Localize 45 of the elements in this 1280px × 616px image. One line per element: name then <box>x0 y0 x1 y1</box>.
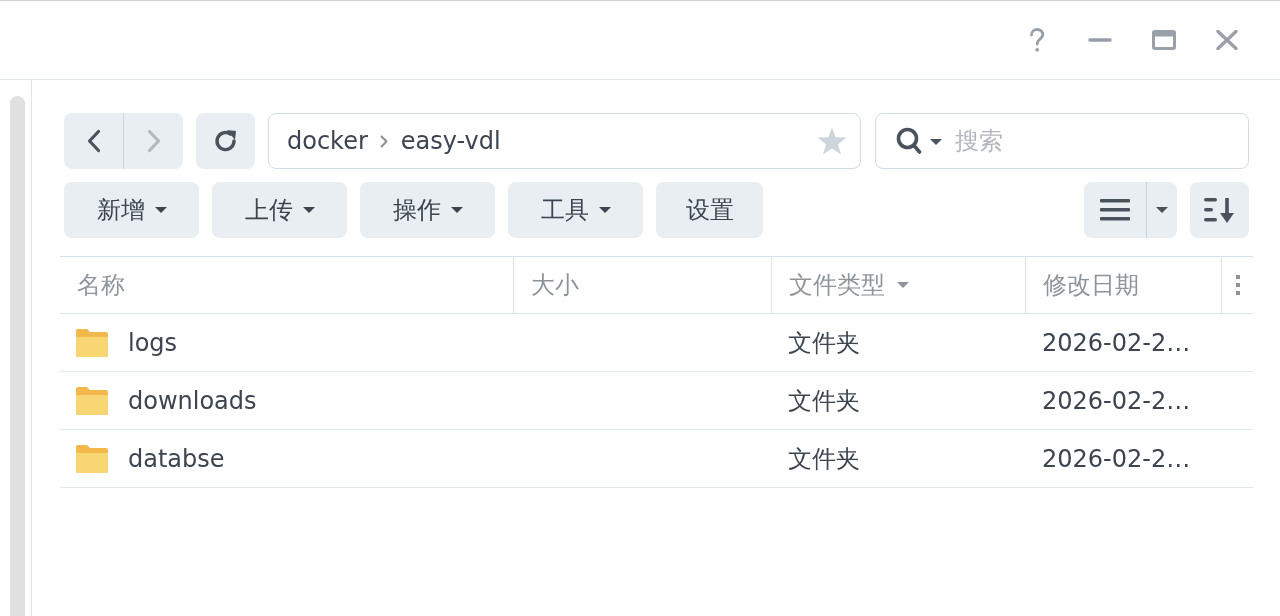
table-row[interactable]: logs 文件夹 2026-02-2… <box>60 314 1253 372</box>
caret-icon <box>897 282 909 288</box>
minimize-icon[interactable] <box>1088 38 1112 42</box>
sort-icon <box>1203 197 1236 223</box>
star-icon[interactable] <box>817 127 847 155</box>
chevron-right-icon <box>379 134 388 148</box>
folder-icon <box>76 444 108 473</box>
search-field[interactable]: 搜索 <box>875 113 1249 169</box>
table-cell-text: 文件夹 <box>788 385 860 417</box>
path-segment[interactable]: easy-vdl <box>400 127 501 155</box>
more-icon[interactable] <box>1236 275 1240 295</box>
scrollbar[interactable] <box>10 96 25 616</box>
search-icon[interactable] <box>896 127 922 155</box>
path-field[interactable]: docker easy-vdl <box>268 113 861 169</box>
caret-icon[interactable] <box>930 139 942 145</box>
folder-icon <box>76 328 108 357</box>
table-row[interactable]: downloads 文件夹 2026-02-2… <box>60 372 1253 430</box>
refresh-icon <box>212 128 239 154</box>
table-cell-text: 文件夹 <box>788 327 860 359</box>
table-cell: 2026-02-2… <box>1042 328 1191 357</box>
chevron-left-icon <box>86 129 101 153</box>
toolbar-button[interactable]: 操作 <box>360 182 495 238</box>
toolbar-button[interactable]: 设置 <box>656 182 763 238</box>
table-cell: 2026-02-2… <box>1042 444 1191 473</box>
list-icon <box>1100 199 1130 221</box>
file-name: databse <box>128 444 225 473</box>
list-view-button[interactable] <box>1084 182 1146 238</box>
table-cell: 2026-02-2… <box>1042 386 1191 415</box>
table-cell-text: 文件夹 <box>788 443 860 475</box>
chevron-right-icon <box>146 129 161 153</box>
folder-icon <box>76 386 108 415</box>
toolbar-button[interactable]: 新增 <box>64 182 199 238</box>
help-icon[interactable] <box>1028 27 1046 53</box>
close-icon[interactable] <box>1216 30 1238 50</box>
refresh-button[interactable] <box>196 113 255 169</box>
path-segment[interactable]: docker <box>287 127 368 155</box>
sort-button[interactable] <box>1190 182 1249 238</box>
table-row[interactable]: databse 文件夹 2026-02-2… <box>60 430 1253 488</box>
file-name: logs <box>128 328 178 357</box>
toolbar-button[interactable]: 上传 <box>212 182 347 238</box>
back-button[interactable] <box>64 113 123 169</box>
toolbar-button[interactable]: 工具 <box>508 182 643 238</box>
maximize-icon[interactable] <box>1152 30 1176 50</box>
file-name: downloads <box>128 386 257 415</box>
caret-icon <box>1156 207 1168 213</box>
